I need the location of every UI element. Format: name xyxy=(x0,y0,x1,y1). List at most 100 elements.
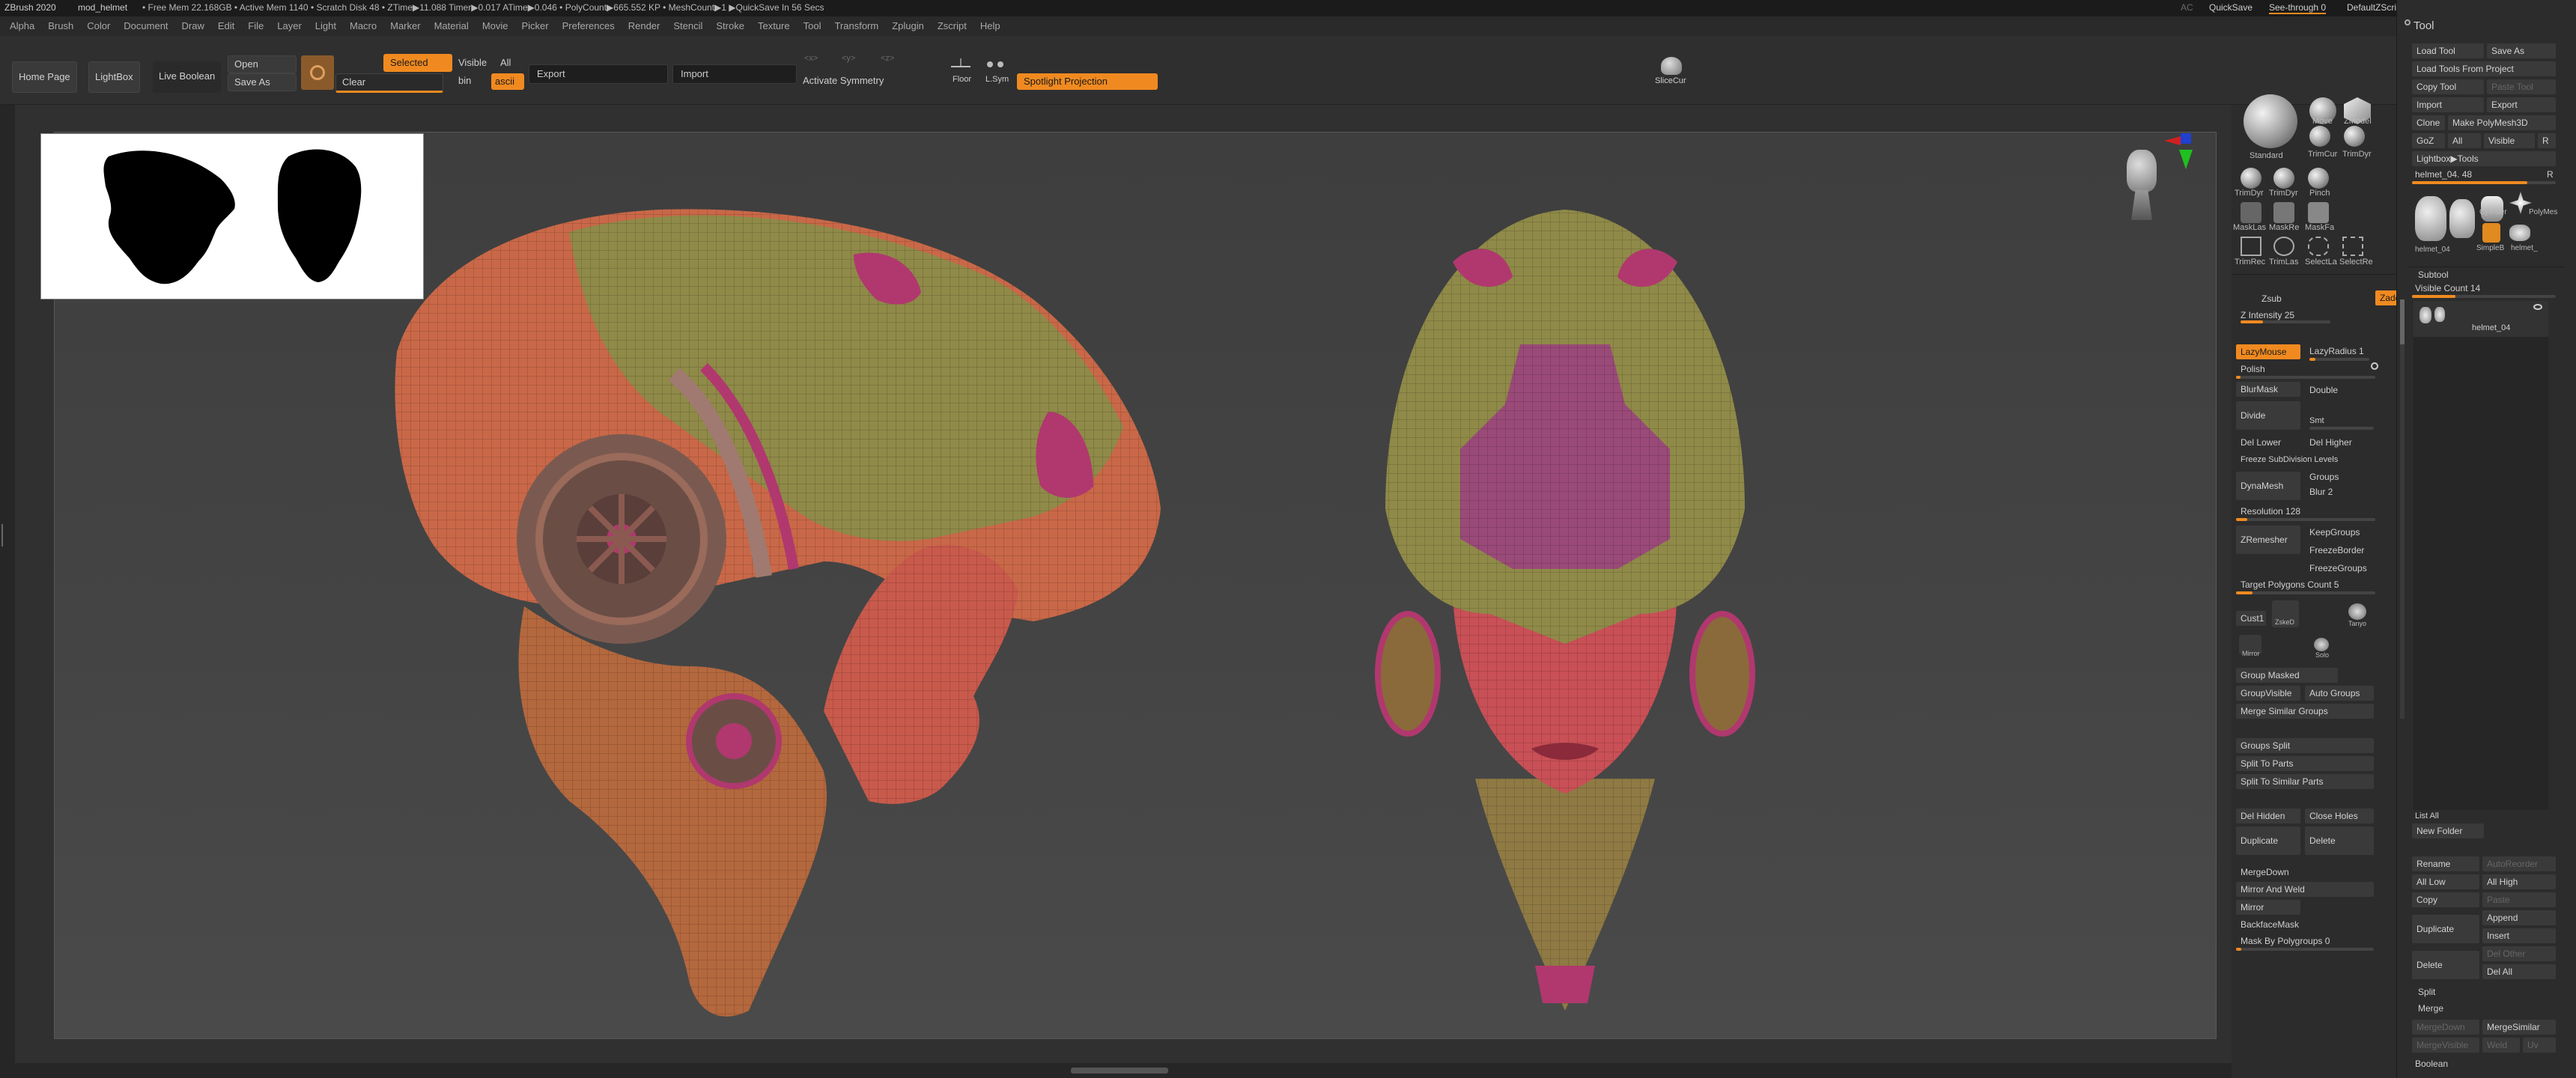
menu-marker[interactable]: Marker xyxy=(383,16,427,36)
navigation-head-icon[interactable] xyxy=(2124,150,2160,225)
menu-alpha[interactable]: Alpha xyxy=(3,16,41,36)
subtool-scrollbar[interactable] xyxy=(2400,299,2405,719)
open-button[interactable]: Open xyxy=(228,55,297,73)
keepgroups-toggle[interactable]: KeepGroups xyxy=(2309,527,2360,538)
divide-button[interactable]: Divide xyxy=(2236,401,2300,430)
duplicate-subtool-button[interactable]: Duplicate xyxy=(2412,915,2479,943)
list-all-button[interactable]: List All xyxy=(2415,811,2439,820)
selected-toggle[interactable]: Selected xyxy=(383,54,452,72)
boolean-header[interactable]: Boolean xyxy=(2415,1059,2448,1069)
current-tool-slider[interactable] xyxy=(2412,181,2556,184)
z-intensity-slider[interactable] xyxy=(2241,320,2330,323)
live-boolean-button[interactable]: Live Boolean xyxy=(153,61,222,93)
visible-count-slider[interactable] xyxy=(2412,295,2556,298)
lazyradius-slider[interactable] xyxy=(2309,358,2369,361)
all-high-button[interactable]: All High xyxy=(2482,874,2556,889)
insert-button[interactable]: Insert xyxy=(2482,928,2556,943)
helmet-side-view[interactable] xyxy=(374,187,1198,1048)
selectlasso-brush-icon[interactable] xyxy=(2308,237,2329,256)
smt-toggle[interactable]: Smt xyxy=(2309,416,2324,425)
make-polymesh3d-button[interactable]: Make PolyMesh3D xyxy=(2448,115,2556,130)
groups-split-button[interactable]: Groups Split xyxy=(2236,738,2374,753)
current-tool-r[interactable]: R xyxy=(2547,169,2554,180)
menu-macro[interactable]: Macro xyxy=(343,16,383,36)
sym-x[interactable]: <x> xyxy=(804,54,818,63)
clear-button[interactable]: Clear xyxy=(335,73,443,93)
del-all-button[interactable]: Del All xyxy=(2482,964,2556,979)
helmet-tool-thumb-3[interactable] xyxy=(2509,225,2530,241)
lightbox-button[interactable]: LightBox xyxy=(88,61,140,93)
import-button[interactable]: Import xyxy=(672,64,797,84)
solo-icon[interactable] xyxy=(2314,638,2329,651)
menu-movie[interactable]: Movie xyxy=(476,16,515,36)
merge-header[interactable]: Merge xyxy=(2418,1003,2443,1014)
groupvisible-button[interactable]: GroupVisible xyxy=(2236,686,2300,701)
del-higher-button[interactable]: Del Higher xyxy=(2309,437,2352,448)
clone-button[interactable]: Clone xyxy=(2412,115,2445,130)
mirror-button[interactable]: Mirror xyxy=(2236,900,2300,915)
trimlasso-brush-icon[interactable] xyxy=(2273,237,2294,256)
lightbox-tools-button[interactable]: Lightbox▶Tools xyxy=(2412,151,2556,166)
menu-render[interactable]: Render xyxy=(622,16,667,36)
polish-circle-icon[interactable] xyxy=(2371,362,2378,370)
group-masked-button[interactable]: Group Masked xyxy=(2236,668,2338,683)
pinch-brush-icon[interactable] xyxy=(2308,168,2329,189)
mergedown-subtool-button[interactable]: MergeDown xyxy=(2412,1020,2479,1035)
rename-button[interactable]: Rename xyxy=(2412,856,2479,871)
freezeborder-toggle[interactable]: FreezeBorder xyxy=(2309,545,2364,555)
menu-tool[interactable]: Tool xyxy=(797,16,828,36)
goz-visible-button[interactable]: Visible xyxy=(2484,133,2535,148)
merge-similar-groups-button[interactable]: Merge Similar Groups xyxy=(2236,704,2374,719)
bottom-tray-handle[interactable] xyxy=(1071,1068,1168,1074)
slice-curve-icon[interactable] xyxy=(1661,57,1682,75)
default-zscript-button[interactable]: DefaultZScript xyxy=(2347,2,2404,13)
lazymouse-toggle[interactable]: LazyMouse xyxy=(2236,344,2300,359)
del-hidden-button[interactable]: Del Hidden xyxy=(2236,808,2300,823)
target-polygons-slider[interactable] xyxy=(2236,591,2375,594)
menu-help[interactable]: Help xyxy=(973,16,1007,36)
simplebrush-tool-thumb[interactable] xyxy=(2482,223,2500,243)
selectrect-brush-icon[interactable] xyxy=(2342,237,2363,256)
menu-zplugin[interactable]: Zplugin xyxy=(885,16,931,36)
resolution-slider[interactable] xyxy=(2236,518,2375,521)
maskfacet-brush-icon[interactable] xyxy=(2308,202,2329,223)
trimdynamic-brush-icon[interactable] xyxy=(2344,126,2365,147)
backfacemask-toggle[interactable]: BackfaceMask xyxy=(2241,919,2299,930)
new-folder-button[interactable]: New Folder xyxy=(2412,823,2484,838)
mask-by-polygroups-slider[interactable] xyxy=(2236,948,2374,951)
subtool-item[interactable]: helmet_04 xyxy=(2414,301,2548,337)
load-tool-button[interactable]: Load Tool xyxy=(2412,43,2484,58)
sym-y[interactable]: <y> xyxy=(842,54,855,63)
double-toggle[interactable]: Double xyxy=(2309,385,2338,395)
menu-color[interactable]: Color xyxy=(80,16,117,36)
groups-toggle[interactable]: Groups xyxy=(2309,472,2339,482)
menu-material[interactable]: Material xyxy=(428,16,476,36)
goz-r-button[interactable]: R xyxy=(2538,133,2556,148)
brush-preview-icon[interactable] xyxy=(301,55,334,90)
ascii-toggle[interactable]: ascii xyxy=(491,73,524,90)
paste-tool-button[interactable]: Paste Tool xyxy=(2487,79,2556,94)
tanyo-icon[interactable] xyxy=(2348,603,2366,620)
zsub-toggle[interactable]: Zsub xyxy=(2261,293,2282,304)
weld-toggle[interactable]: Weld xyxy=(2482,1038,2520,1053)
menu-stroke[interactable]: Stroke xyxy=(709,16,751,36)
menu-brush[interactable]: Brush xyxy=(41,16,80,36)
autoreorder-button[interactable]: AutoReorder xyxy=(2482,856,2556,871)
trimdynamic-brush-3-icon[interactable] xyxy=(2273,168,2294,189)
menu-document[interactable]: Document xyxy=(117,16,174,36)
trimdynamic-brush-2-icon[interactable] xyxy=(2241,168,2261,189)
home-page-button[interactable]: Home Page xyxy=(12,61,77,93)
sym-z[interactable]: <z> xyxy=(881,54,894,63)
goz-all-button[interactable]: All xyxy=(2448,133,2481,148)
menu-edit[interactable]: Edit xyxy=(211,16,241,36)
left-tray-handle[interactable] xyxy=(1,524,9,546)
menu-draw[interactable]: Draw xyxy=(175,16,211,36)
menu-texture[interactable]: Texture xyxy=(751,16,797,36)
all-label[interactable]: All xyxy=(500,57,511,68)
mirror-and-weld-button[interactable]: Mirror And Weld xyxy=(2236,882,2374,897)
dynamesh-button[interactable]: DynaMesh xyxy=(2236,472,2300,500)
subtool-list[interactable]: helmet_04 xyxy=(2414,301,2548,810)
helmet-tool-thumb-2[interactable] xyxy=(2449,199,2475,238)
goz-button[interactable]: GoZ xyxy=(2412,133,2445,148)
export-tool-button[interactable]: Export xyxy=(2487,97,2556,112)
